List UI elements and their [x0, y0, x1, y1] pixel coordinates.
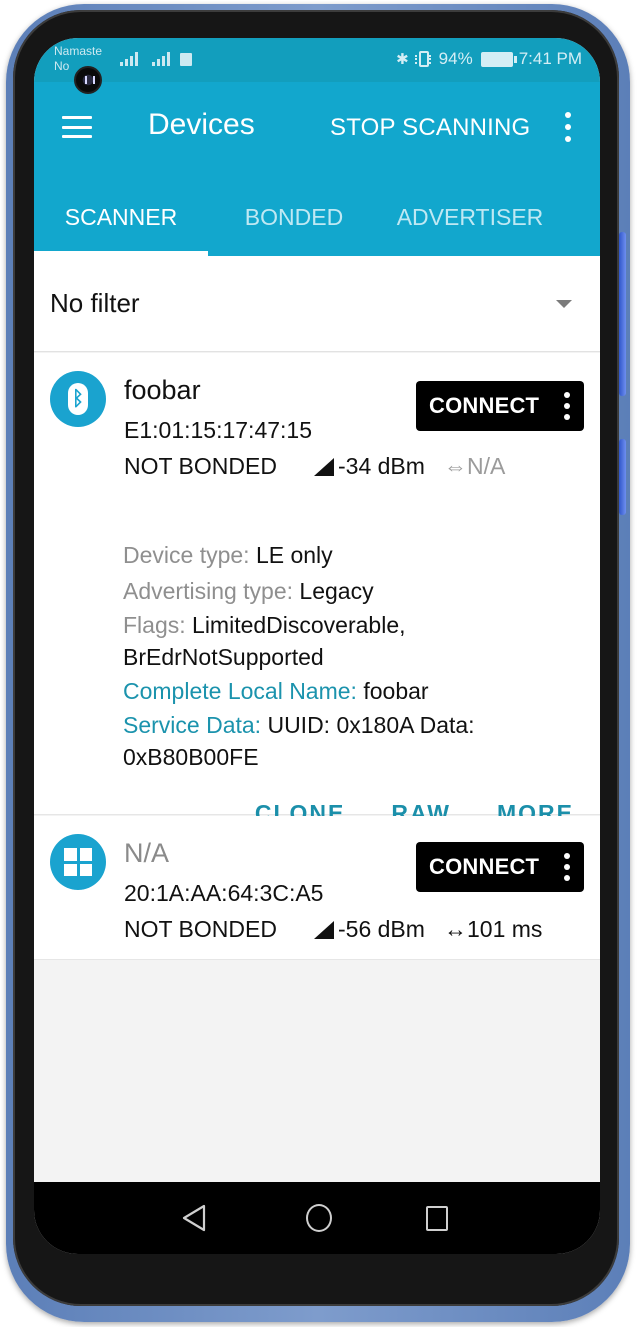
battery-percent: 94%	[438, 49, 473, 68]
screen: Namaste No ✱ 94% 7:41 PM Devices STOP SC…	[34, 38, 600, 1254]
connect-label: CONNECT	[429, 393, 540, 418]
bluetooth-icon: ᛒ	[50, 371, 106, 427]
page-title: Devices	[148, 108, 255, 141]
detail-advertising-type: Advertising type: Legacy	[123, 578, 374, 604]
detail-device-type: Device type: LE only	[123, 542, 333, 568]
status-indicators: ✱ 94% 7:41 PM	[396, 49, 582, 69]
home-icon[interactable]	[306, 1204, 332, 1232]
front-camera	[74, 66, 102, 94]
rssi-value: -56 dBm	[338, 916, 425, 942]
windows-icon	[50, 834, 106, 890]
volume-button	[619, 232, 626, 396]
advertising-interval: ⇔N/A	[444, 453, 505, 480]
more-vert-icon[interactable]	[564, 112, 572, 142]
interval-arrow-icon: ⇔	[444, 453, 467, 479]
device-name: foobar	[124, 375, 201, 405]
back-icon[interactable]	[182, 1204, 206, 1232]
signal-icon	[152, 52, 170, 66]
rssi: -56 dBm	[314, 916, 425, 943]
battery-icon	[480, 51, 517, 67]
device-name: N/A	[124, 838, 170, 868]
signal-strength-icon	[314, 920, 334, 939]
signal-strength-icon	[314, 457, 334, 476]
connect-label: CONNECT	[429, 854, 540, 879]
bluetooth-status-icon: ✱	[396, 51, 409, 68]
tab-advertiser[interactable]: ADVERTISER	[380, 178, 560, 256]
interval-arrow-icon: ↔	[444, 916, 467, 942]
connect-button[interactable]: CONNECT	[416, 842, 584, 892]
vibrate-icon	[414, 51, 431, 67]
bond-state: NOT BONDED	[124, 453, 277, 479]
status-bar: Namaste No ✱ 94% 7:41 PM	[34, 38, 600, 82]
interval-value: N/A	[467, 453, 506, 479]
device-card[interactable]: ᛒ foobar E1:01:15:17:47:15 NOT BONDED -3…	[34, 353, 600, 826]
advertisement-details: Device type: LE only Advertising type: L…	[123, 537, 583, 773]
app-bar: Devices STOP SCANNING	[34, 82, 600, 178]
stop-scanning-button[interactable]: STOP SCANNING	[330, 114, 530, 142]
tab-bonded[interactable]: BONDED	[208, 178, 380, 256]
detail-local-name: Complete Local Name: foobar	[123, 678, 429, 704]
tab-bar: SCANNER BONDED ADVERTISER	[34, 178, 600, 256]
power-button	[619, 439, 626, 515]
detail-flags: Flags: LimitedDiscoverable, BrEdrNotSuppo…	[123, 612, 406, 670]
connect-button[interactable]: CONNECT	[416, 381, 584, 431]
advertising-interval: ↔101 ms	[444, 916, 542, 943]
more-vert-icon[interactable]	[564, 392, 570, 420]
bond-state: NOT BONDED	[124, 916, 277, 942]
more-vert-icon[interactable]	[564, 853, 570, 881]
interval-value: 101 ms	[467, 916, 543, 942]
filter-value: No filter	[50, 288, 140, 318]
recents-icon[interactable]	[426, 1206, 448, 1231]
hamburger-icon[interactable]	[62, 116, 92, 138]
filter-dropdown[interactable]: No filter	[34, 256, 600, 352]
device-address: E1:01:15:17:47:15	[124, 417, 312, 443]
rssi-value: -34 dBm	[338, 453, 425, 479]
device-card[interactable]: N/A 20:1A:AA:64:3C:A5 NOT BONDED -56 dBm…	[34, 816, 600, 960]
tab-scanner[interactable]: SCANNER	[34, 178, 208, 256]
rssi: -34 dBm	[314, 453, 425, 480]
navigation-bar	[34, 1182, 600, 1254]
signal-icon	[120, 52, 138, 66]
notification-icon	[180, 53, 192, 66]
clock: 7:41 PM	[518, 49, 582, 68]
detail-service-data: Service Data: UUID: 0x180A Data: 0xB80B00…	[123, 712, 475, 770]
carrier-line-1: Namaste	[54, 44, 103, 58]
device-address: 20:1A:AA:64:3C:A5	[124, 880, 324, 906]
chevron-down-icon	[556, 300, 572, 308]
